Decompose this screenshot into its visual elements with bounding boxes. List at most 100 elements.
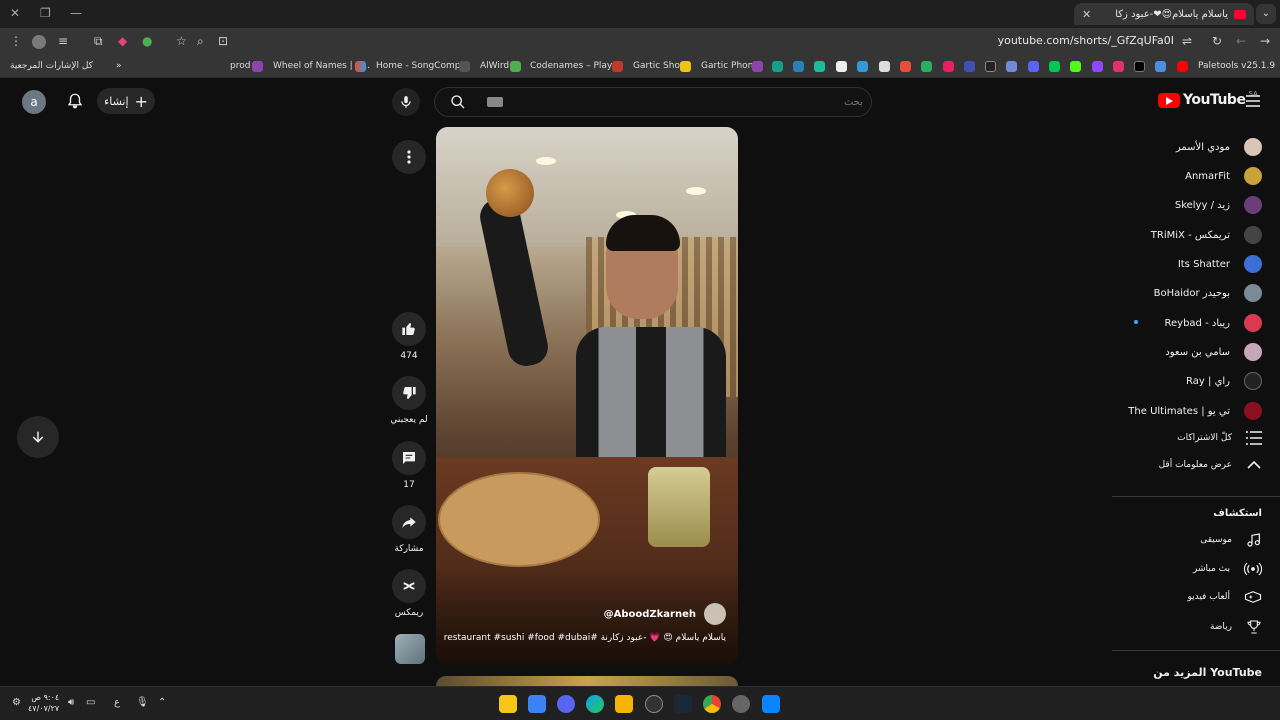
zoom-icon[interactable]: ⌕ (197, 34, 204, 49)
keyboard-icon[interactable] (487, 97, 503, 107)
show-less-item[interactable]: عرض معلومات أقل (1159, 460, 1262, 470)
steam-icon[interactable] (674, 695, 692, 713)
explore-sports-item[interactable]: رياضة (1210, 619, 1262, 635)
more-options-button[interactable] (392, 140, 426, 174)
create-button[interactable]: إنشاء + (97, 88, 155, 114)
extensions-icon[interactable]: ⧉ (94, 34, 103, 49)
like-button[interactable] (392, 312, 426, 346)
bookmark-songcomp[interactable]: Home - SongComp... (376, 61, 469, 71)
explore-music-item[interactable]: موسيقى (1200, 532, 1262, 548)
bookmark-icon-6[interactable] (879, 61, 890, 72)
next-video-button[interactable] (17, 416, 59, 458)
subscription-item[interactable]: Reybad - ريباد (1165, 314, 1262, 332)
subscription-item[interactable]: سامي بن سعود (1165, 343, 1262, 361)
instagram-icon[interactable] (1113, 61, 1124, 72)
subscription-item[interactable]: The Ultimates | تي يو (1128, 402, 1262, 420)
tab-search-icon[interactable]: ⌄ (1256, 4, 1276, 24)
show-hidden-icons-chevron-icon[interactable]: ⌃ (158, 697, 166, 708)
discord-taskbar-icon[interactable] (557, 695, 575, 713)
bookmark-prod[interactable]: prod (230, 61, 250, 71)
edge-icon[interactable] (586, 695, 604, 713)
reload-icon[interactable]: ↻ (1212, 34, 1222, 48)
dislike-button[interactable] (392, 376, 426, 410)
short-video-player[interactable]: @AboodZkarneh ياسلام ياسلام 😍 💗 -عبود زك… (436, 127, 738, 664)
bookmark-icon-4[interactable] (836, 61, 847, 72)
channel-name[interactable]: @AboodZkarneh (604, 609, 696, 620)
comments-button[interactable] (392, 441, 426, 475)
bookmark-star-icon[interactable]: ☆ (176, 34, 187, 48)
bookmark-codenames[interactable]: Codenames – Play... (530, 61, 620, 71)
bookmark-icon-12[interactable] (1028, 61, 1039, 72)
bookmark-gartic-phone[interactable]: Gartic Phone (701, 61, 759, 71)
account-avatar[interactable]: a (22, 90, 46, 114)
reading-list-icon[interactable]: ≡ (58, 34, 68, 48)
notifications-bell-icon[interactable] (66, 92, 84, 110)
obs-icon[interactable] (645, 695, 663, 713)
subscription-item[interactable]: مودي الأسمر (1176, 138, 1262, 156)
kick-icon[interactable] (1070, 61, 1081, 72)
windows-start-icon[interactable] (762, 695, 780, 713)
bookmark-icon-7[interactable] (900, 61, 911, 72)
video-title[interactable]: ياسلام ياسلام 😍 💗 -عبود زكارنة #restaura… (444, 633, 726, 643)
bookmark-icon-11[interactable] (985, 61, 996, 72)
volume-icon[interactable]: 🔊︎ (68, 697, 74, 708)
bookmark-icon-14[interactable] (1155, 61, 1166, 72)
battlenet-icon[interactable] (528, 695, 546, 713)
share-button[interactable] (392, 505, 426, 539)
settings-tray-icon[interactable]: ⚙ (12, 697, 21, 708)
x-icon[interactable] (1134, 61, 1145, 72)
url-field[interactable]: youtube.com/shorts/_GfZqUFa0I (998, 34, 1174, 47)
bookmark-icon-13[interactable] (1049, 61, 1060, 72)
bookmark-alwird[interactable]: AlWird (480, 61, 509, 71)
search-button[interactable] (435, 88, 481, 116)
window-restore-icon[interactable]: ❐ (40, 6, 51, 20)
download-extension-icon[interactable]: ● (142, 34, 152, 48)
bookmark-icon-3[interactable] (814, 61, 825, 72)
subscription-item[interactable]: AnmarFit (1185, 167, 1262, 185)
back-icon[interactable]: → (1260, 34, 1270, 48)
remix-button[interactable] (392, 569, 426, 603)
system-clock[interactable]: ٩:٠٤ ص ٤٧/٠٧/٢٧ (28, 692, 59, 714)
settings-app-icon[interactable] (732, 695, 750, 713)
all-subscriptions-item[interactable]: كلّ الاشتراكات (1177, 431, 1262, 445)
bookmark-icon-1[interactable] (772, 61, 783, 72)
channel-avatar[interactable] (704, 603, 726, 625)
explore-live-item[interactable]: بث مباشر (1193, 561, 1262, 577)
discord-icon[interactable] (1006, 61, 1017, 72)
voice-search-button[interactable] (392, 88, 420, 116)
active-tab[interactable]: ياسلام ياسلام😍❤-عبود زكا ✕ (1074, 3, 1254, 25)
subscription-item[interactable]: Ray | راي (1186, 372, 1262, 390)
hamburger-menu-icon[interactable] (1246, 95, 1260, 107)
forward-icon[interactable]: ← (1236, 34, 1246, 48)
bookmark-icon-5[interactable] (857, 61, 868, 72)
bookmark-icon-10[interactable] (964, 61, 975, 72)
bookmark-icon-2[interactable] (793, 61, 804, 72)
microphone-tray-icon[interactable]: 🎙︎ (136, 697, 149, 708)
tab-close-icon[interactable]: ✕ (1082, 8, 1091, 21)
bookmark-icon-8[interactable] (921, 61, 932, 72)
shield-extension-icon[interactable]: ◆ (118, 34, 127, 48)
search-input[interactable] (515, 92, 863, 112)
twitch-bookmark-icon[interactable] (1092, 61, 1103, 72)
bookmarks-overflow-icon[interactable]: » (116, 61, 122, 71)
site-settings-icon[interactable]: ⇌ (1182, 34, 1192, 48)
rockstar-launcher-icon[interactable] (499, 695, 517, 713)
file-explorer-icon[interactable] (615, 695, 633, 713)
window-close-icon[interactable]: ✕ (10, 6, 20, 20)
chrome-icon[interactable] (703, 695, 721, 713)
subscription-item[interactable]: BoHaidor بوحيدر (1154, 284, 1262, 302)
youtube-logo[interactable]: YouTube SA (1158, 90, 1258, 108)
explore-gaming-item[interactable]: ألعاب فيديو (1187, 590, 1262, 604)
subscription-item[interactable]: TRiMiX - تريمكس (1151, 226, 1262, 244)
window-minimize-icon[interactable]: — (70, 6, 82, 20)
subscription-item[interactable]: Its Shatter (1178, 255, 1262, 273)
network-icon[interactable]: ▭ (86, 697, 95, 708)
input-language[interactable]: ع (114, 697, 120, 708)
bookmark-paletools[interactable]: Paletools v25.1.9 (1198, 61, 1275, 71)
browser-menu-icon[interactable]: ⋮ (10, 34, 22, 48)
profile-avatar-icon[interactable] (32, 35, 46, 49)
sound-thumbnail[interactable] (395, 634, 425, 664)
bookmark-icon-9[interactable] (943, 61, 954, 72)
install-app-icon[interactable]: ⊡ (218, 34, 228, 48)
youtube-bookmark-icon[interactable] (1177, 61, 1188, 72)
